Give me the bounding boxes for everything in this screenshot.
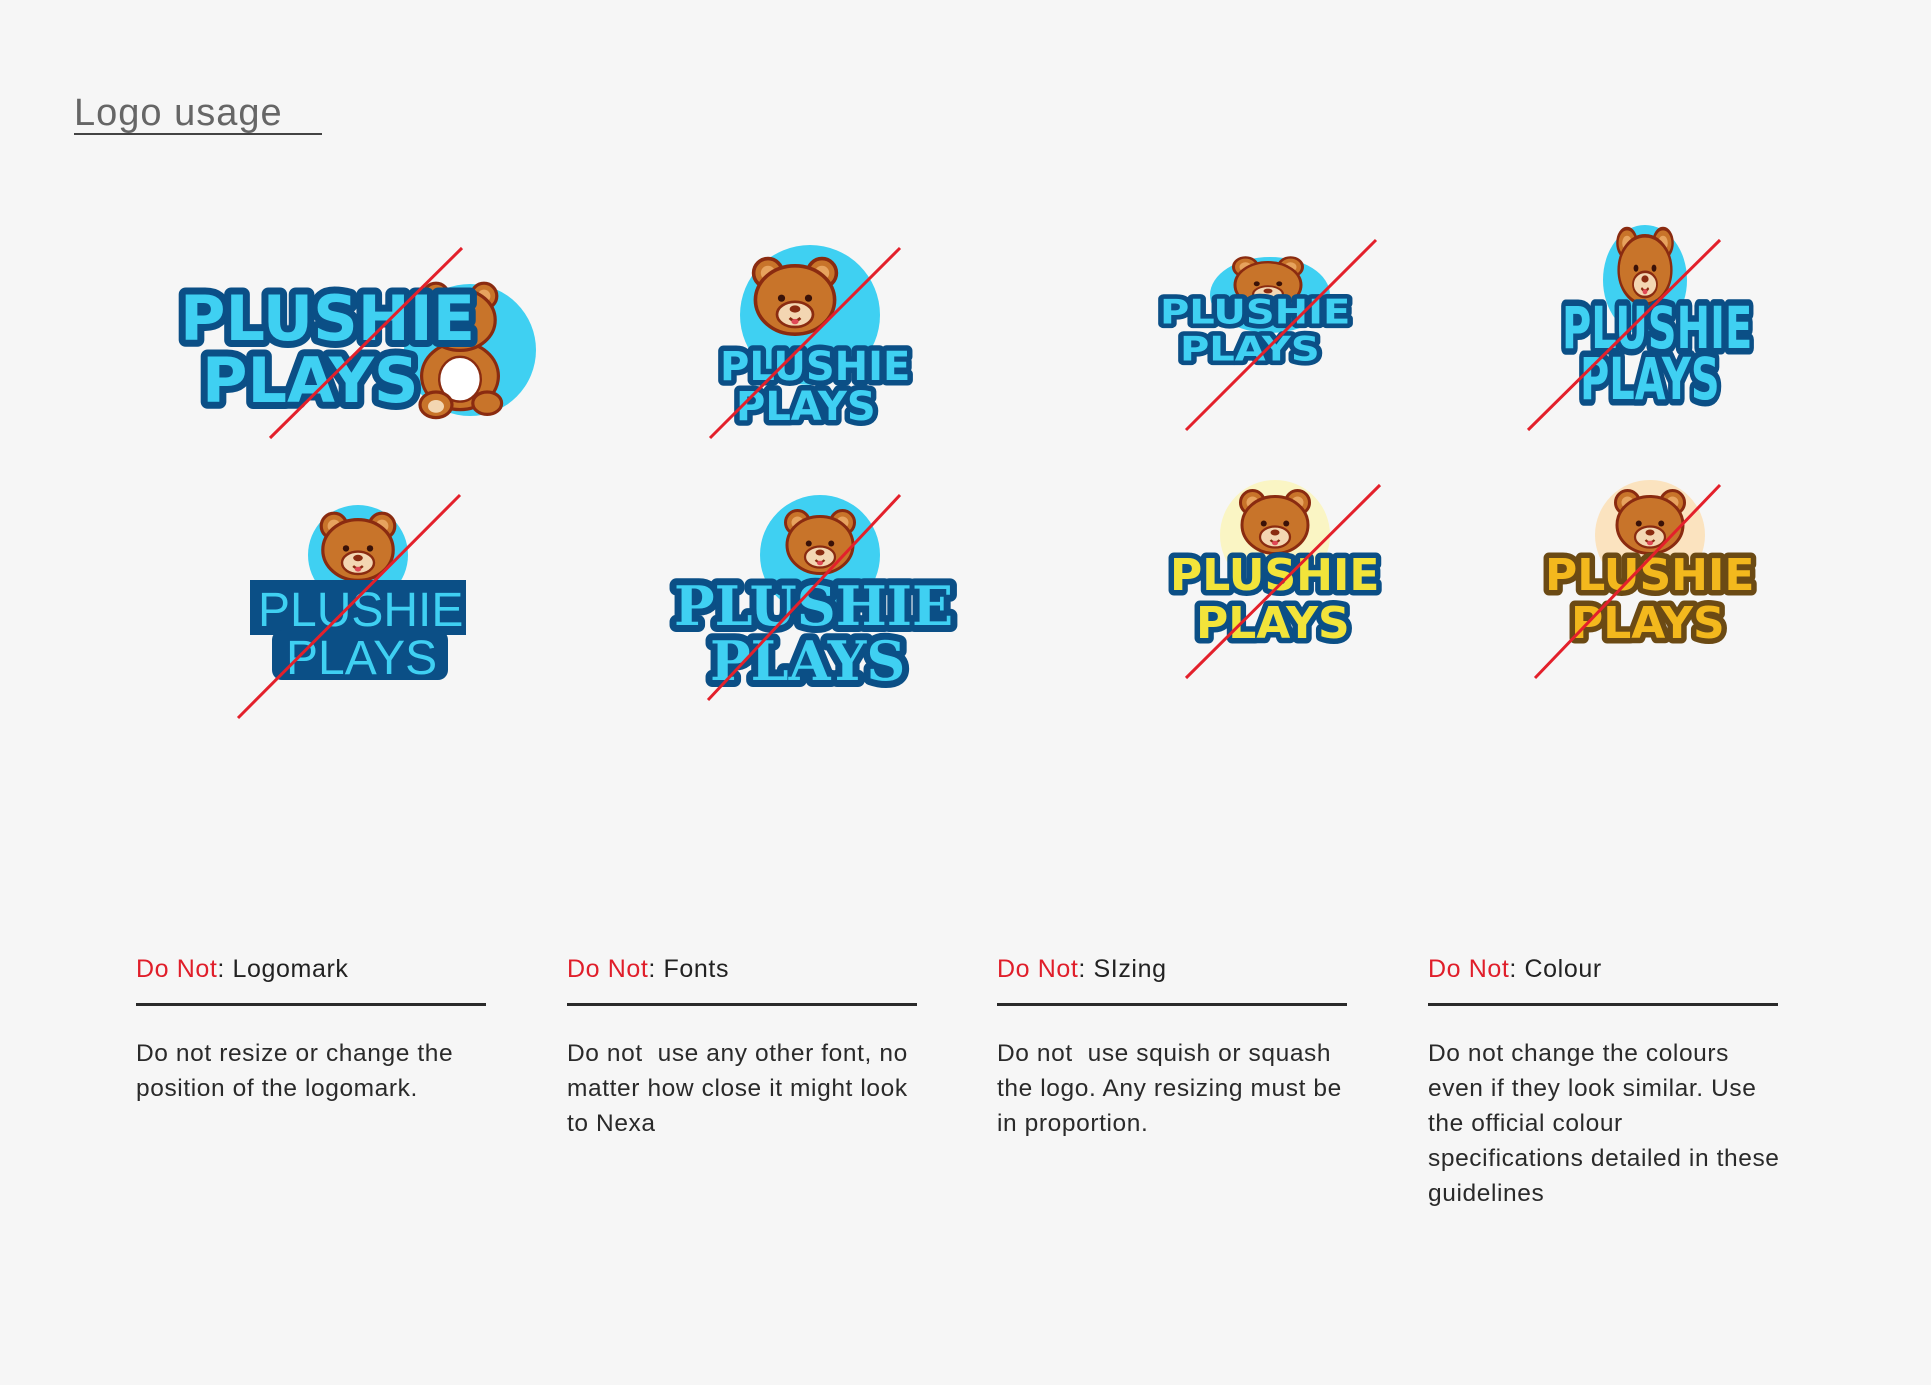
logo-example-stretched: PLUSHIE PLAYS xyxy=(1520,225,1758,445)
rule-description: Do not use any other font, no matter how… xyxy=(567,1040,916,1137)
logo-line2: PLAYS xyxy=(202,344,419,417)
rule-topic: : SIzing xyxy=(1078,955,1167,983)
rule-prefix: Do Not xyxy=(997,955,1079,983)
rule-sizing: Do Not: SIzing Do not use squish or squa… xyxy=(997,955,1349,1141)
logo-graphic: PLUSHIE PLAYS xyxy=(173,246,536,440)
logo-line2: PLAYS xyxy=(1180,330,1320,369)
rule-colour: Do Not: Colour Do not change the colours… xyxy=(1428,955,1780,1211)
logo-line2: PLAYS xyxy=(1580,345,1720,413)
teddy-bear-icon xyxy=(784,509,856,575)
teddy-bear-icon xyxy=(1614,489,1686,555)
logo-example-wrong-font-b: PLUSHIE PLAYS xyxy=(660,490,980,710)
rule-prefix: Do Not xyxy=(136,955,218,983)
logo-example-squashed: PLUSHIE PLAYS xyxy=(1150,238,1390,440)
logo-line2: PLAYS xyxy=(710,629,905,693)
rule-fonts: Do Not: Fonts Do not use any other font,… xyxy=(567,955,919,1141)
rule-heading: Do Not: Fonts xyxy=(567,955,919,987)
logo-graphic: PLUSHIE PLAYS xyxy=(236,493,466,720)
rule-divider xyxy=(997,1003,1347,1006)
rule-description: Do not resize or change the position of … xyxy=(136,1040,454,1102)
logo-graphic: PLUSHIE PLAYS xyxy=(1155,238,1378,432)
rule-description: Do not change the colours even if they l… xyxy=(1428,1040,1780,1207)
rule-divider xyxy=(1428,1003,1778,1006)
logo-graphic: PLUSHIE PLAYS xyxy=(1165,480,1385,680)
teddy-bear-icon xyxy=(1239,489,1311,555)
rule-description: Do not use squish or squash the logo. An… xyxy=(997,1040,1350,1137)
page-title: Logo usage xyxy=(74,92,283,134)
rule-prefix: Do Not xyxy=(1428,955,1510,983)
rule-logomark: Do Not: Logomark Do not resize or change… xyxy=(136,955,488,1106)
logo-line1: PLUSHIE xyxy=(1170,550,1379,601)
logo-line2: PLAYS xyxy=(286,632,437,685)
rule-topic: : Fonts xyxy=(648,955,730,983)
logo-line1: PLUSHIE xyxy=(258,584,463,637)
logo-graphic: PLUSHIE PLAYS xyxy=(667,493,960,702)
rule-heading: Do Not: Logomark xyxy=(136,955,488,987)
rule-divider xyxy=(136,1003,486,1006)
logo-example-bear-top-a: PLUSHIE PLAYS xyxy=(700,240,920,450)
logo-line2: PLAYS xyxy=(1571,598,1725,649)
logo-line2: PLAYS xyxy=(1196,598,1350,649)
rule-heading: Do Not: Colour xyxy=(1428,955,1780,987)
logo-example-logomark-moved: PLUSHIE PLAYS xyxy=(170,240,550,450)
rule-prefix: Do Not xyxy=(567,955,649,983)
title-underline xyxy=(74,133,322,135)
rule-heading: Do Not: SIzing xyxy=(997,955,1349,987)
logo-graphic: PLUSHIE PLAYS xyxy=(708,245,916,440)
logo-graphic: PLUSHIE PLAYS xyxy=(1533,480,1760,680)
logo-example-wrong-font-a: PLUSHIE PLAYS xyxy=(230,490,490,720)
rule-topic: : Colour xyxy=(1509,955,1602,983)
rule-topic: : Logomark xyxy=(217,955,349,983)
logo-example-wrong-colour-b: PLUSHIE PLAYS xyxy=(1533,470,1775,690)
rule-divider xyxy=(567,1003,917,1006)
teddy-bear-icon xyxy=(1615,226,1675,307)
logo-graphic: PLUSHIE PLAYS xyxy=(1526,225,1758,432)
logo-example-wrong-colour-a: PLUSHIE PLAYS xyxy=(1160,470,1400,690)
logo-line1: PLUSHIE xyxy=(1160,292,1350,331)
